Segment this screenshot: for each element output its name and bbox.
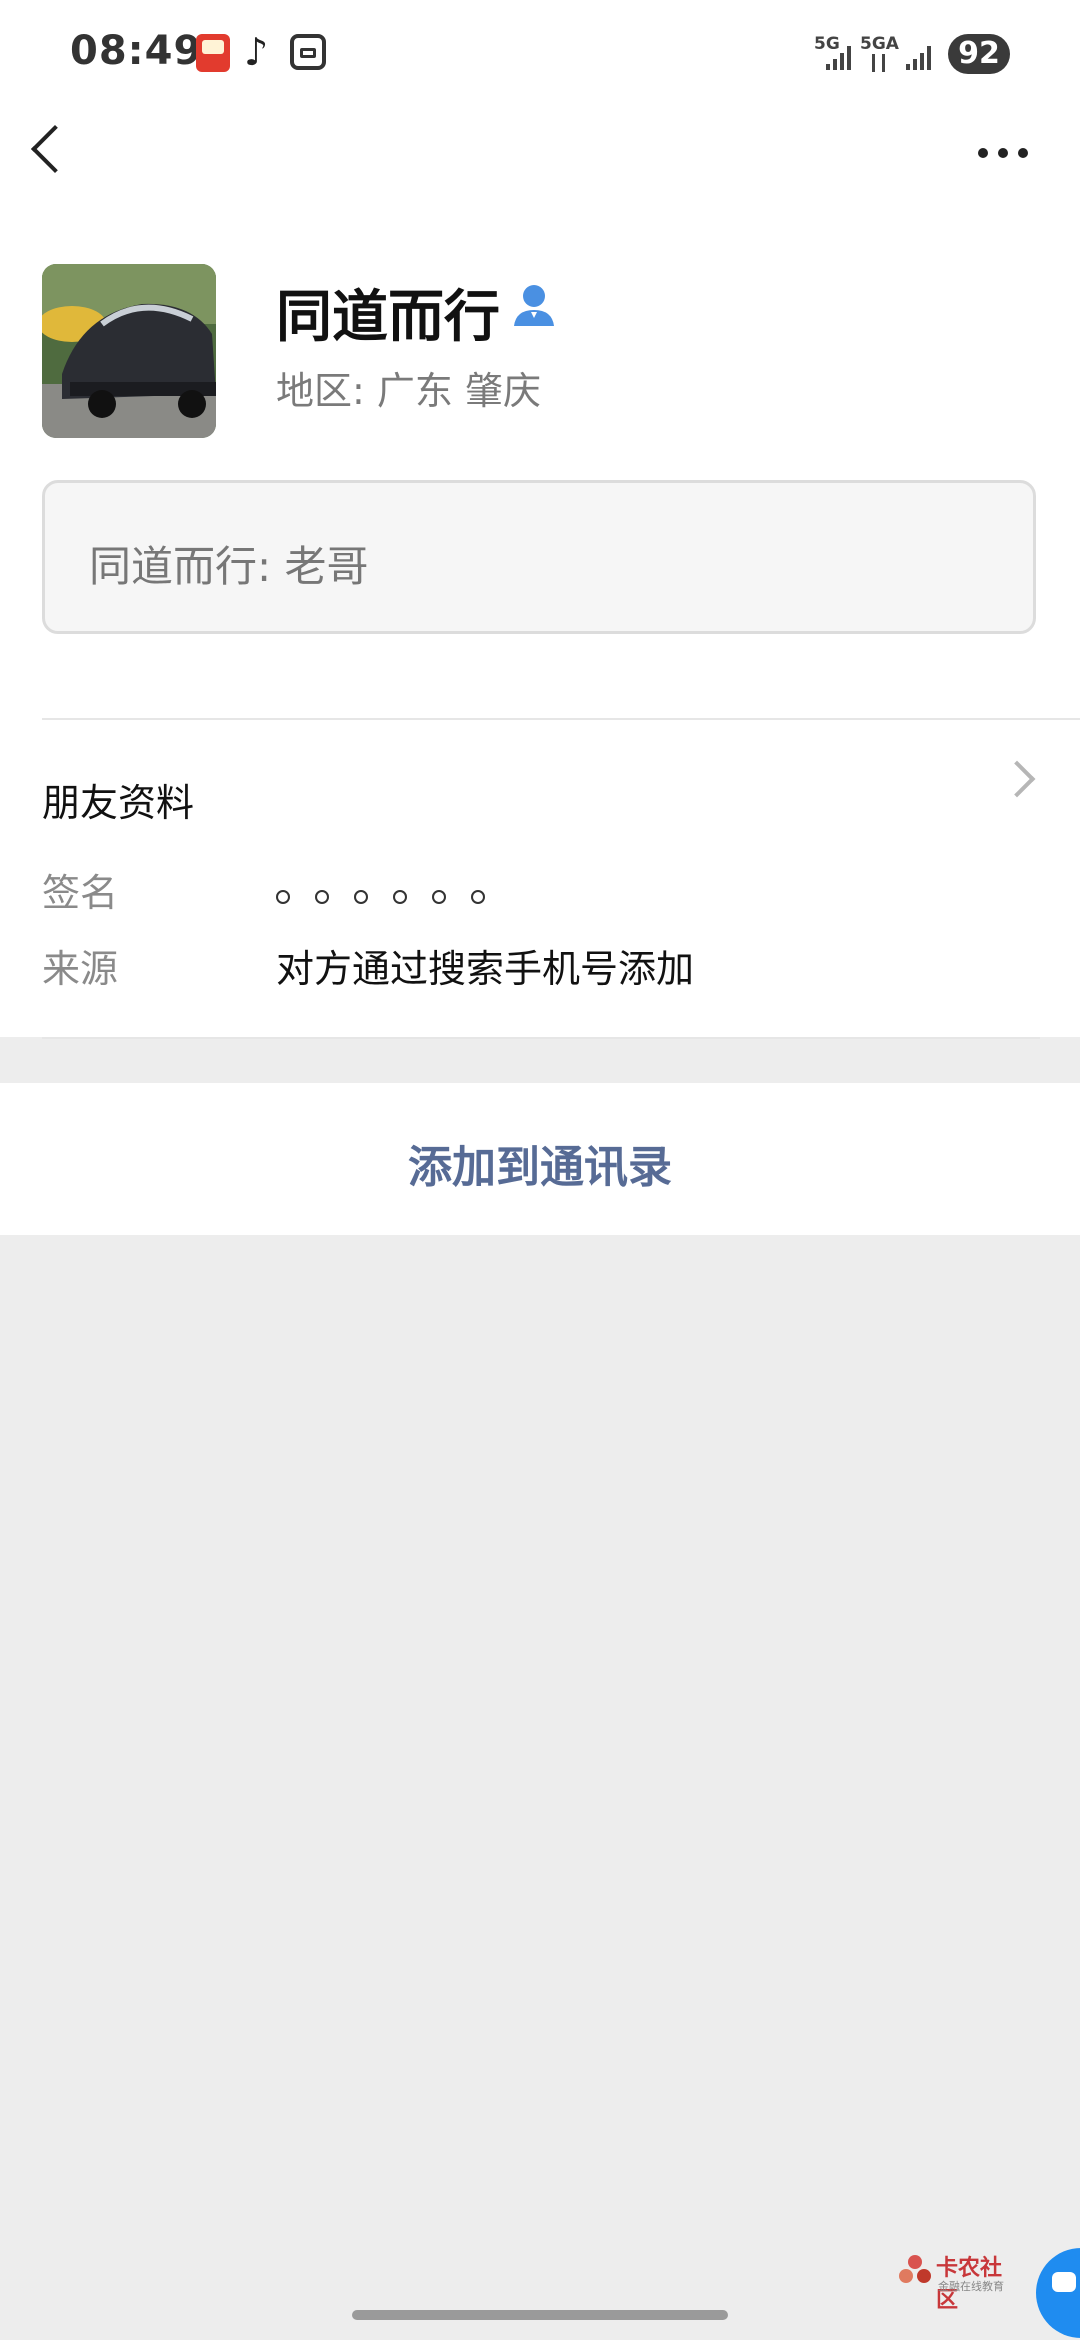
divider [42,718,1080,720]
signal-icon [826,46,854,70]
network-type-label: 5GA [860,34,899,54]
source-value: 对方通过搜索手机号添加 [276,947,695,991]
screenshot-icon [290,34,326,70]
add-to-contacts-panel[interactable]: 添加到通讯录 [0,1083,1080,1235]
battery-icon: 92 [948,34,1010,74]
data-arrows-icon [868,54,892,72]
avatar[interactable] [42,264,216,438]
signature-label: 签名 [42,871,119,915]
signature-value [276,880,496,910]
friend-info-title[interactable]: 朋友资料 [42,772,194,827]
remark-text: 同道而行: 老哥 [89,542,369,591]
person-icon [512,282,556,328]
floating-chat-button[interactable] [1036,2248,1080,2338]
divider [42,1037,1040,1039]
nickname: 同道而行 [276,285,500,350]
remark-box: 同道而行: 老哥 [42,480,1036,634]
source-label: 来源 [42,947,119,991]
signal-icon [906,46,934,70]
tiktok-icon: ♪ [244,30,269,74]
watermark: 卡农社区 金融在线教育 [898,2250,1020,2313]
watermark-subtitle: 金融在线教育 [938,2280,1004,2293]
add-to-contacts-button[interactable]: 添加到通讯录 [0,1131,1080,1195]
region-text: 地区: 广东 肇庆 [276,369,541,413]
more-icon[interactable] [978,148,1032,160]
watermark-flower-icon [899,2255,931,2283]
status-time: 08:49 [70,28,203,74]
app-notification-icon [196,34,230,72]
home-indicator[interactable] [352,2310,728,2320]
